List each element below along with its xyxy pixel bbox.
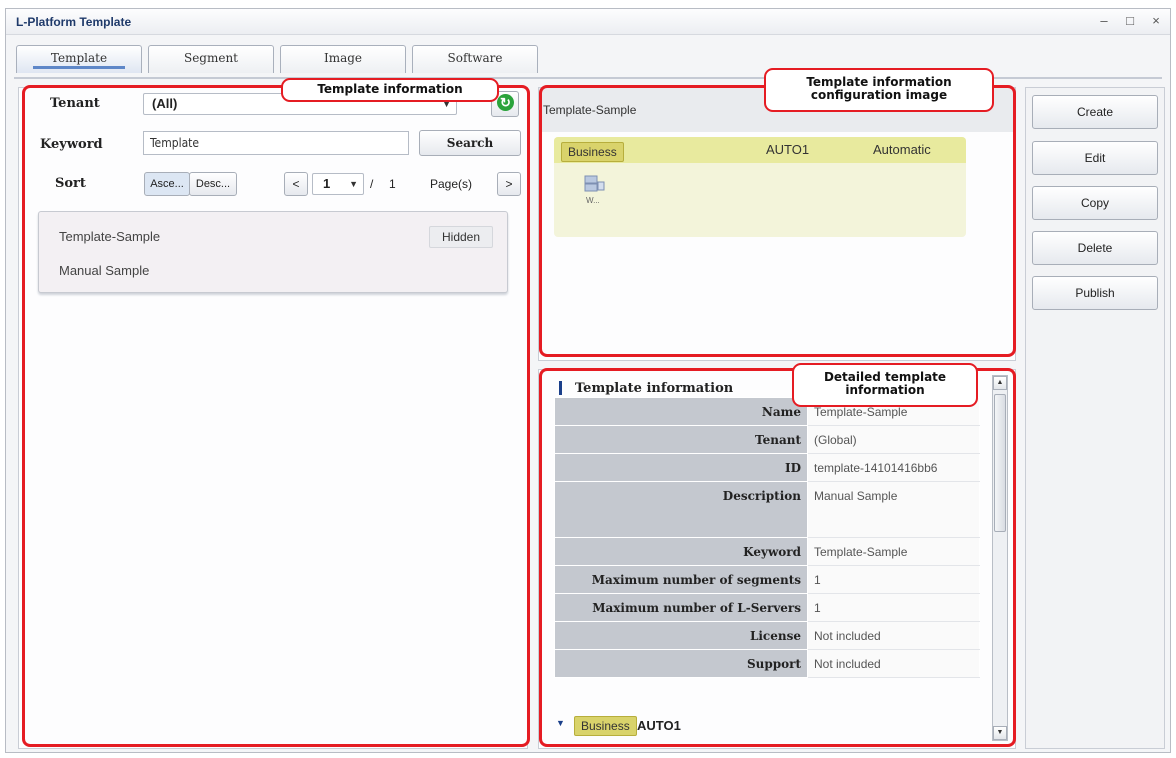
title-bar: L-Platform Template – □ × — [6, 9, 1170, 35]
close-icon[interactable]: × — [1150, 13, 1162, 28]
tab-software[interactable]: Software — [412, 45, 538, 73]
create-button[interactable]: Create — [1032, 95, 1158, 129]
delete-button[interactable]: Delete — [1032, 231, 1158, 265]
publish-button[interactable]: Publish — [1032, 276, 1158, 310]
window-controls: – □ × — [1098, 13, 1162, 28]
configuration-image-callout: Template information configuration image — [764, 68, 994, 112]
l-platform-template-window: L-Platform Template – □ × Template Segme… — [5, 8, 1171, 753]
edit-button[interactable]: Edit — [1032, 141, 1158, 175]
detailed-information-frame — [539, 368, 1016, 747]
window-title: L-Platform Template — [16, 15, 132, 29]
configuration-image-frame — [539, 85, 1016, 357]
tab-segment[interactable]: Segment — [148, 45, 274, 73]
tab-image[interactable]: Image — [280, 45, 406, 73]
template-information-frame — [22, 85, 530, 747]
minimize-icon[interactable]: – — [1098, 13, 1110, 28]
tab-bar: Template Segment Image Software — [16, 45, 538, 73]
maximize-icon[interactable]: □ — [1124, 13, 1136, 28]
detailed-information-callout: Detailed template information — [792, 363, 978, 407]
template-information-callout: Template information — [281, 78, 499, 102]
tab-template[interactable]: Template — [16, 45, 142, 73]
copy-button[interactable]: Copy — [1032, 186, 1158, 220]
